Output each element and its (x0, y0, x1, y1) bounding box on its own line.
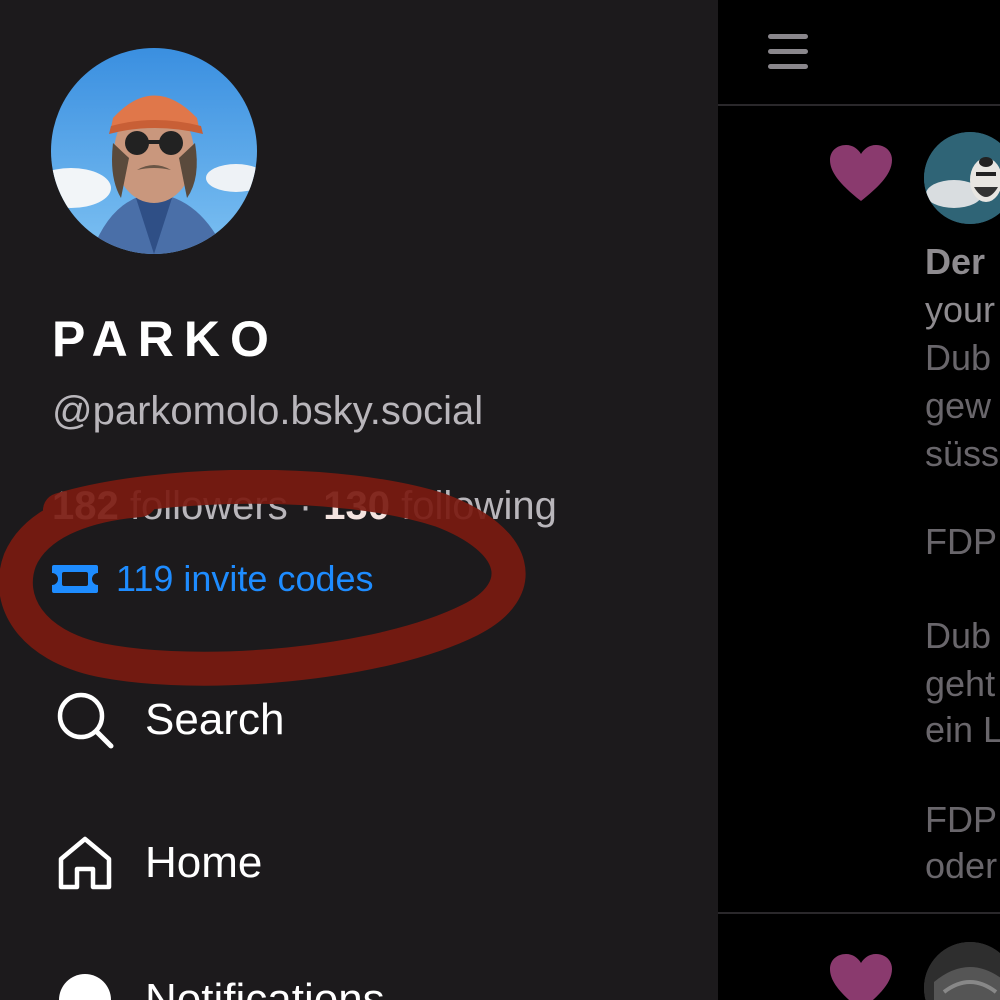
profile-handle[interactable]: @parkomolo.bsky.social (52, 385, 483, 437)
profile-avatar[interactable] (51, 48, 257, 254)
hamburger-icon[interactable] (766, 32, 810, 72)
post-text-line: geht (925, 663, 996, 704)
post-author-avatar[interactable] (924, 942, 1000, 1000)
nav-home[interactable]: Home (55, 833, 262, 893)
search-icon (57, 692, 114, 749)
follow-stats: 182 followers · 130 following (52, 480, 557, 532)
post-text-line: süss (925, 433, 1000, 474)
author-avatar-icon (924, 942, 1000, 1000)
post-text-line: Dub (925, 337, 992, 378)
profile-photo-icon (51, 48, 257, 254)
nav-home-label: Home (145, 838, 263, 887)
nav-notifications[interactable]: Notifications (55, 970, 385, 1000)
post-text-line: oder (925, 845, 998, 886)
heart-icon[interactable] (828, 143, 894, 203)
post-text-line: your (925, 289, 996, 330)
post-text-line: FDP (925, 799, 997, 840)
header-divider (718, 104, 1000, 106)
invite-codes-label: 119 invite codes (116, 558, 374, 599)
following-count: 130 (323, 484, 391, 528)
following-link[interactable]: 130 following (323, 484, 557, 528)
home-icon (58, 836, 112, 890)
post-divider (718, 912, 1000, 914)
post-text-line: ein L (925, 709, 1000, 750)
display-name: PARKO (52, 311, 279, 367)
heart-icon[interactable] (828, 952, 894, 1000)
side-drawer: PARKO @parkomolo.bsky.social 182 followe… (0, 0, 718, 1000)
post-text-line: Dub (925, 615, 992, 656)
followers-link[interactable]: 182 followers (52, 484, 288, 528)
nav-search-label: Search (145, 695, 285, 744)
post-author-avatar[interactable] (924, 132, 1000, 224)
post-author-name[interactable]: Der (925, 238, 985, 286)
author-avatar-icon (924, 132, 1000, 224)
followers-label: followers (129, 484, 288, 528)
invite-codes-button[interactable]: 119 invite codes (50, 555, 374, 603)
stats-separator: · (298, 484, 313, 528)
ticket-icon (52, 565, 98, 593)
bell-icon (59, 974, 111, 1000)
post-text-line: gew (925, 385, 992, 426)
post-text-line: FDP (925, 521, 997, 562)
nav-search[interactable]: Search (55, 690, 284, 750)
nav-notifications-label: Notifications (145, 975, 385, 1000)
following-label: following (401, 484, 557, 528)
feed-pane: Der your Dub gew süss FDP Dub geht ein L… (718, 0, 1000, 1000)
followers-count: 182 (52, 484, 119, 528)
